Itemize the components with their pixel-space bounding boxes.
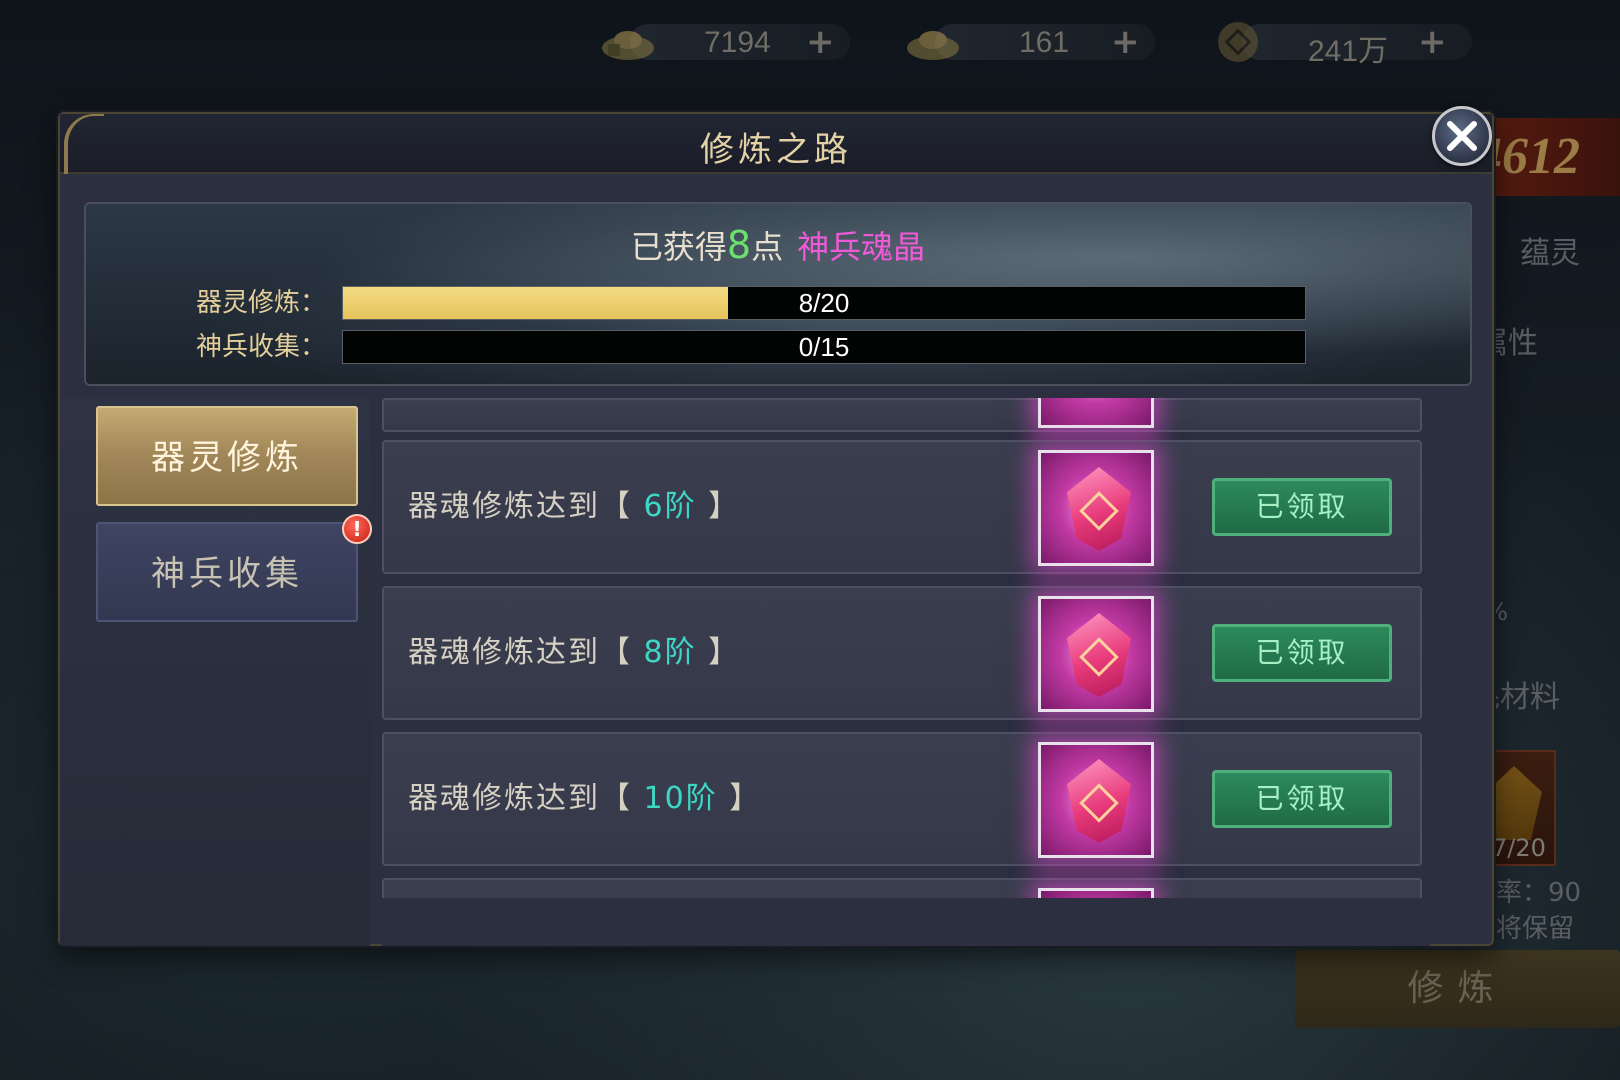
material-count: 7/20 bbox=[1492, 834, 1546, 862]
list-item-partial bbox=[382, 398, 1422, 432]
dialog-title: 修炼之路 bbox=[700, 130, 852, 170]
claimed-button[interactable]: 已领取 bbox=[1212, 624, 1392, 682]
currency-value: 7194 bbox=[704, 26, 771, 59]
close-button[interactable] bbox=[1432, 106, 1492, 166]
quest-suffix: 】 bbox=[696, 635, 741, 670]
list-item: 器魂修炼达到【 6阶 】 已领取 bbox=[382, 440, 1422, 574]
currency-value: 161 bbox=[1019, 26, 1070, 59]
points-unit: 点 bbox=[751, 228, 784, 266]
add-currency-button[interactable]: + bbox=[1418, 22, 1447, 62]
progress-label: 器灵修炼： bbox=[196, 288, 327, 318]
quest-level: 8阶 bbox=[643, 635, 697, 670]
quest-text: 器魂修炼达到【 10阶 】 bbox=[408, 734, 761, 864]
progress-bar: 8/20 bbox=[342, 286, 1306, 320]
quest-text: 器魂修炼达到【 8阶 】 bbox=[408, 588, 740, 718]
tab-label: 神兵收集 bbox=[151, 554, 303, 594]
currency-gold: 161 + bbox=[905, 14, 1165, 68]
claimed-button[interactable]: 已领取 bbox=[1212, 478, 1392, 536]
background-tab-label: 蕴灵 bbox=[1520, 236, 1580, 271]
currency-gold-locked: 7194 + bbox=[600, 14, 860, 68]
claimed-button[interactable]: 已领取 bbox=[1212, 770, 1392, 828]
soul-crystal-icon[interactable] bbox=[1038, 596, 1154, 712]
progress-label: 神兵收集： bbox=[196, 332, 327, 362]
quest-suffix: 】 bbox=[696, 489, 741, 524]
soul-crystal-icon[interactable] bbox=[1038, 450, 1154, 566]
quest-prefix: 器魂修炼达到【 bbox=[408, 489, 644, 524]
currency-coin: 241万 + bbox=[1212, 14, 1492, 68]
tab-weapon-collect[interactable]: 神兵收集 bbox=[96, 522, 358, 622]
currency-value: 241万 bbox=[1308, 35, 1389, 68]
soul-crystal-icon[interactable] bbox=[1038, 742, 1154, 858]
progress-text: 8/20 bbox=[798, 288, 850, 318]
coin-icon bbox=[1218, 22, 1258, 62]
quest-list[interactable]: 器魂修炼达到【 6阶 】 已领取 器魂修炼达到【 8阶 】 已领取 器魂修炼达到… bbox=[382, 398, 1430, 898]
alert-badge: ! bbox=[342, 514, 372, 544]
progress-row-weapon-collect: 神兵收集： 0/15 bbox=[86, 330, 1470, 364]
quest-level: 10阶 bbox=[643, 781, 718, 816]
add-currency-button[interactable]: + bbox=[1111, 22, 1140, 62]
points-summary: 已获得8点 神兵魂晶 bbox=[86, 222, 1470, 268]
tab-sidebar: 器灵修炼 神兵收集 ! bbox=[60, 398, 372, 946]
quest-suffix: 】 bbox=[717, 781, 762, 816]
gold-ingot-lock-icon bbox=[602, 31, 654, 60]
currency-bar: 7194 + 161 + 241万 + bbox=[600, 14, 1500, 68]
cultivation-path-dialog: 修炼之路 已获得8点 神兵魂晶 器灵修炼： 8/20 神兵收集： 0/15 器灵修… bbox=[58, 106, 1494, 946]
item-name: 神兵魂晶 bbox=[797, 228, 926, 266]
quest-prefix: 器魂修炼达到【 bbox=[408, 781, 644, 816]
quest-prefix: 器魂修炼达到【 bbox=[408, 635, 644, 670]
list-item-partial bbox=[382, 878, 1422, 898]
progress-bar: 0/15 bbox=[342, 330, 1306, 364]
gold-ingot-icon bbox=[907, 31, 959, 60]
quest-level: 6阶 bbox=[643, 489, 697, 524]
list-footer bbox=[382, 898, 1430, 946]
list-item: 器魂修炼达到【 8阶 】 已领取 bbox=[382, 586, 1422, 720]
close-icon bbox=[1447, 121, 1477, 151]
list-item: 器魂修炼达到【 10阶 】 已领取 bbox=[382, 732, 1422, 866]
cultivate-button: 修炼 bbox=[1295, 950, 1620, 1028]
soul-crystal-icon bbox=[1038, 888, 1154, 898]
points-value: 8 bbox=[726, 223, 752, 267]
material-icon bbox=[1486, 766, 1542, 840]
points-prefix: 已获得 bbox=[630, 228, 727, 266]
progress-banner: 已获得8点 神兵魂晶 器灵修炼： 8/20 神兵收集： 0/15 bbox=[84, 202, 1472, 386]
progress-text: 0/15 bbox=[798, 332, 850, 362]
dialog-header: 修炼之路 bbox=[60, 114, 1492, 174]
tab-weapon-spirit[interactable]: 器灵修炼 bbox=[96, 406, 358, 506]
progress-row-weapon-spirit: 器灵修炼： 8/20 bbox=[86, 286, 1470, 320]
quest-text: 器魂修炼达到【 6阶 】 bbox=[408, 442, 740, 572]
soul-crystal-icon bbox=[1038, 398, 1154, 428]
add-currency-button[interactable]: + bbox=[806, 22, 835, 62]
